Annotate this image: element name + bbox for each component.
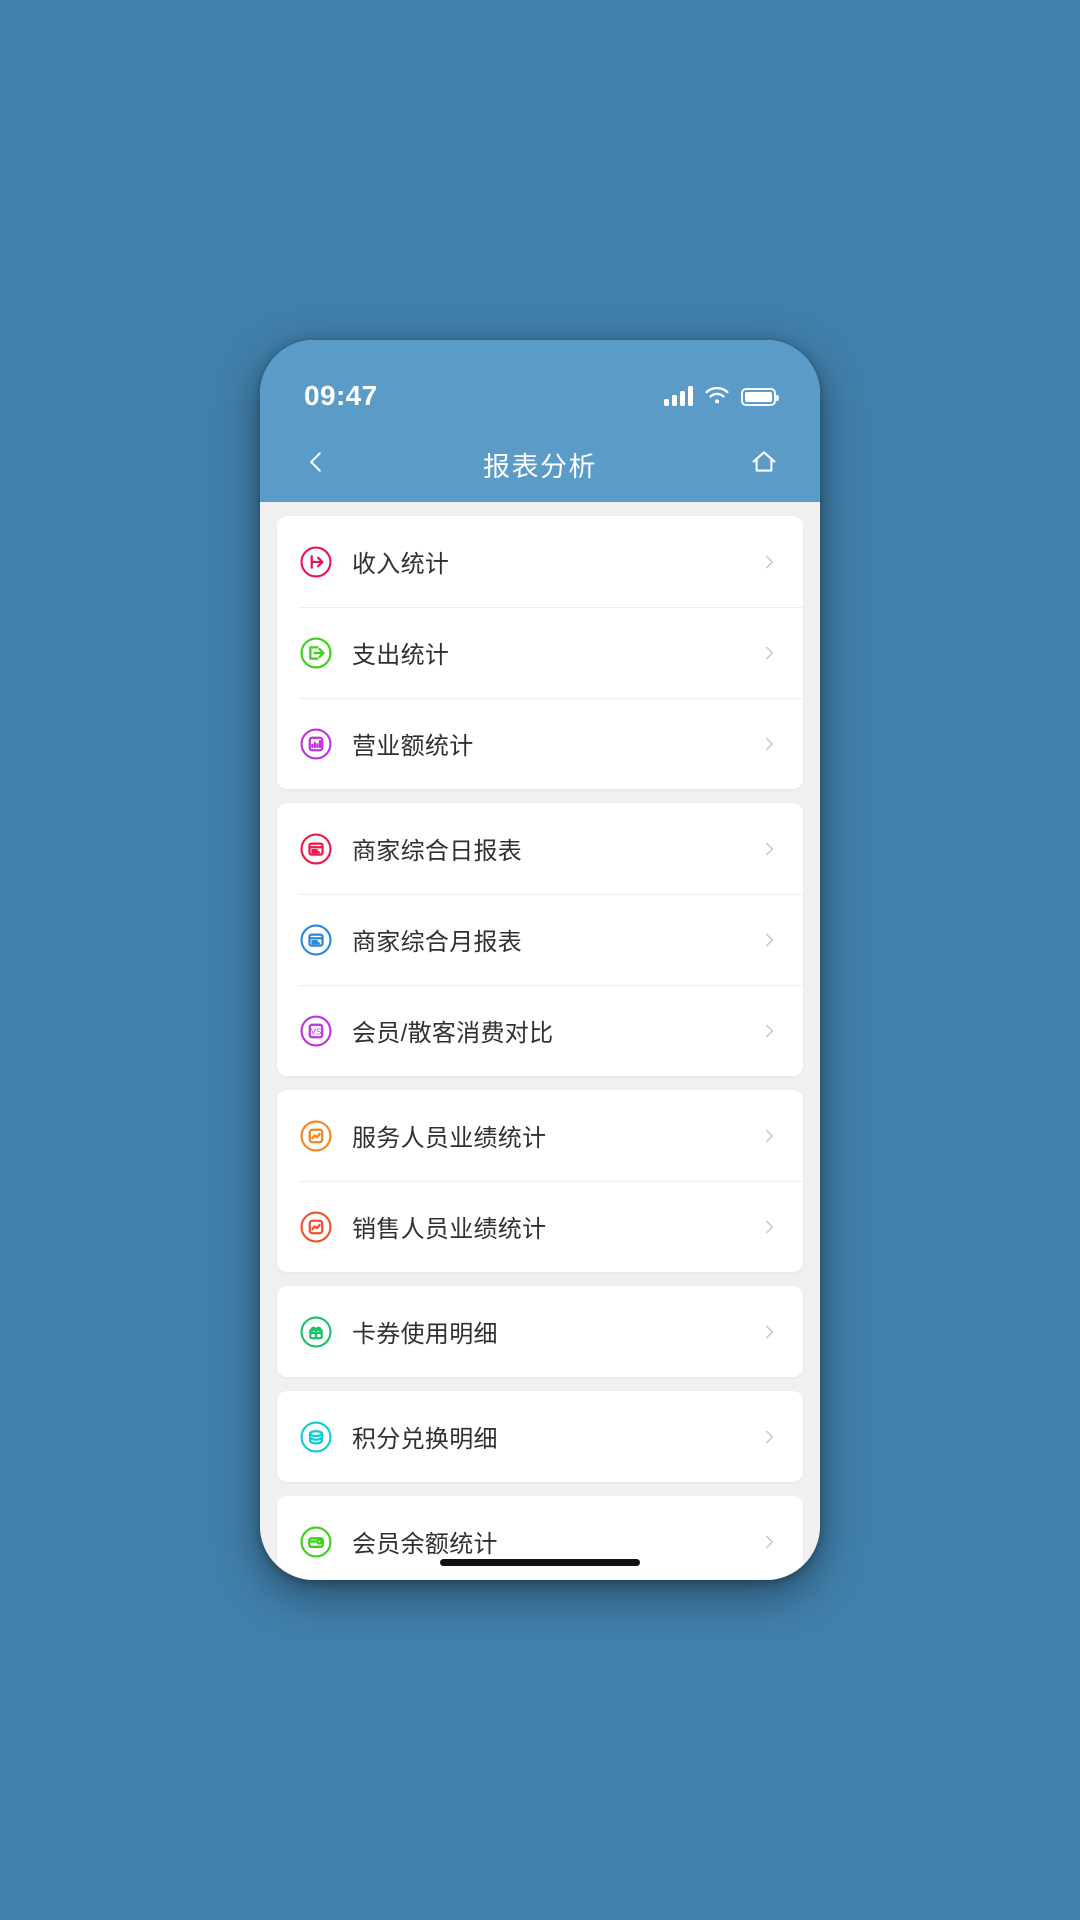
- points-exchange-icon: [299, 1420, 333, 1454]
- chevron-right-icon: [759, 1126, 779, 1146]
- battery-icon: [741, 388, 779, 406]
- menu-row-label: 积分兑换明细: [352, 1426, 498, 1453]
- home-button[interactable]: [738, 438, 790, 490]
- phone-frame: 09:47 报表分析 收入统计 支出统计 营业额统计 商家综合日报表 商家综合月…: [260, 340, 820, 1580]
- menu-row[interactable]: 商家综合月报表: [277, 894, 803, 985]
- menu-row[interactable]: 收入统计: [277, 516, 803, 607]
- home-indicator: [440, 1559, 640, 1566]
- menu-card-group: 积分兑换明细: [277, 1391, 803, 1482]
- chevron-right-icon: [759, 552, 779, 572]
- coupon-usage-icon: [299, 1315, 333, 1349]
- chevron-right-icon: [759, 930, 779, 950]
- chevron-right-icon: [759, 734, 779, 754]
- menu-card-group: 商家综合日报表 商家综合月报表 VS 会员/散客消费对比: [277, 803, 803, 1076]
- chevron-right-icon: [759, 1021, 779, 1041]
- menu-row[interactable]: VS 会员/散客消费对比: [277, 985, 803, 1076]
- member-balance-icon: [299, 1525, 333, 1559]
- back-button[interactable]: [290, 438, 342, 490]
- menu-row[interactable]: 服务人员业绩统计: [277, 1090, 803, 1181]
- svg-text:VS: VS: [311, 1027, 322, 1036]
- chevron-right-icon: [759, 839, 779, 859]
- monthly-report-icon: [299, 923, 333, 957]
- chevron-right-icon: [759, 1532, 779, 1552]
- income-arrow-in-icon: [299, 545, 333, 579]
- menu-row[interactable]: 商家综合日报表: [277, 803, 803, 894]
- menu-row-label: 商家综合日报表: [352, 838, 523, 865]
- menu-row[interactable]: 会员余额统计: [277, 1496, 803, 1580]
- report-menu-list[interactable]: 收入统计 支出统计 营业额统计 商家综合日报表 商家综合月报表 VS 会员/散客消费对比 服务…: [260, 502, 820, 1580]
- menu-card-group: 服务人员业绩统计 销售人员业绩统计: [277, 1090, 803, 1272]
- chevron-right-icon: [759, 1217, 779, 1237]
- menu-row-label: 商家综合月报表: [352, 929, 523, 956]
- home-icon: [749, 447, 779, 482]
- daily-report-icon: [299, 832, 333, 866]
- page-title: 报表分析: [483, 451, 597, 482]
- menu-row-label: 营业额统计: [352, 733, 474, 760]
- menu-row[interactable]: 支出统计: [277, 607, 803, 698]
- menu-row-label: 卡券使用明细: [352, 1321, 498, 1348]
- chevron-right-icon: [759, 1322, 779, 1342]
- menu-row[interactable]: 营业额统计: [277, 698, 803, 789]
- status-icons: [664, 386, 779, 406]
- menu-row-label: 会员余额统计: [352, 1531, 498, 1558]
- menu-card-group: 卡券使用明细: [277, 1286, 803, 1377]
- menu-row-label: 收入统计: [352, 551, 450, 578]
- turnover-chart-icon: [299, 727, 333, 761]
- chevron-right-icon: [759, 1427, 779, 1447]
- menu-row[interactable]: 卡券使用明细: [277, 1286, 803, 1377]
- menu-card-group: 收入统计支出统计营业额统计: [277, 516, 803, 789]
- sales-staff-performance-icon: [299, 1210, 333, 1244]
- menu-row-label: 销售人员业绩统计: [352, 1216, 547, 1243]
- status-bar: 09:47: [260, 340, 820, 426]
- menu-row[interactable]: 销售人员业绩统计: [277, 1181, 803, 1272]
- chevron-right-icon: [759, 643, 779, 663]
- member-guest-vs-icon: VS: [299, 1014, 333, 1048]
- expense-arrow-out-icon: [299, 636, 333, 670]
- service-staff-performance-icon: [299, 1119, 333, 1153]
- menu-card-group: 会员余额统计会员余次统计会员积分统计: [277, 1496, 803, 1580]
- menu-row-label: 服务人员业绩统计: [352, 1125, 547, 1152]
- menu-row[interactable]: 积分兑换明细: [277, 1391, 803, 1482]
- signal-bars-icon: [664, 386, 693, 406]
- back-chevron-icon: [303, 449, 329, 480]
- wifi-icon: [704, 386, 730, 406]
- status-clock: 09:47: [304, 380, 378, 411]
- menu-row-label: 支出统计: [352, 642, 450, 669]
- navigation-bar: 报表分析: [260, 426, 820, 502]
- menu-row-label: 会员/散客消费对比: [352, 1020, 554, 1047]
